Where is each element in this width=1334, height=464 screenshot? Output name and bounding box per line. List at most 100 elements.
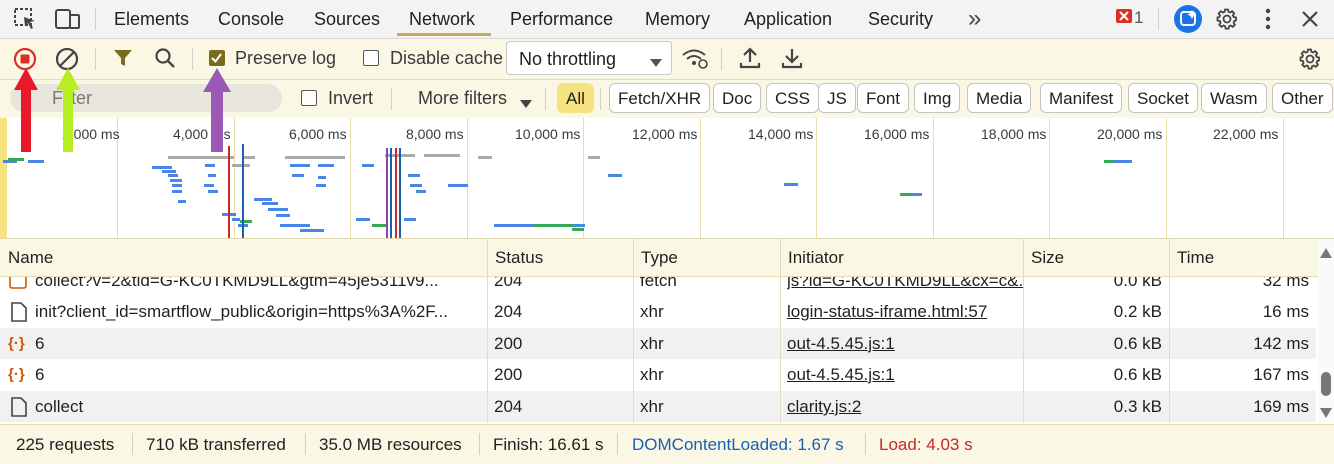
throttling-select[interactable]: No throttling [506, 41, 672, 75]
import-har-icon[interactable] [739, 46, 761, 75]
filter-funnel-icon[interactable] [113, 48, 133, 73]
json-icon: {·} [8, 335, 25, 352]
export-har-icon[interactable] [781, 46, 803, 75]
request-name: 6 [35, 365, 45, 384]
type-filter-media[interactable]: Media [967, 83, 1032, 113]
device-toolbar-icon[interactable] [55, 8, 81, 35]
separator [192, 48, 193, 70]
table-row[interactable]: collect 204 xhr clarity.js:2 0.3 kB 169 … [0, 391, 1316, 422]
column-header-time[interactable]: Time [1169, 239, 1318, 277]
separator [132, 433, 133, 455]
tab-memory[interactable]: Memory [645, 0, 710, 38]
column-divider[interactable] [633, 239, 634, 423]
table-row[interactable]: {·} 6 200 xhr out-4.5.45.js:1 0.6 kB 167… [0, 359, 1316, 390]
request-name: 6 [35, 334, 45, 353]
type-filter-socket[interactable]: Socket [1128, 83, 1198, 113]
column-header-name[interactable]: Name [0, 239, 487, 277]
request-status: 204 [494, 397, 523, 416]
column-header-status[interactable]: Status [487, 239, 633, 277]
tab-sources[interactable]: Sources [314, 0, 380, 38]
red-annotation-arrow-icon [14, 68, 38, 152]
separator [600, 88, 601, 110]
column-divider[interactable] [1023, 239, 1024, 423]
more-tabs-button[interactable]: » [968, 0, 981, 38]
request-time: 16 ms [1262, 302, 1309, 321]
table-scrollbar[interactable] [1318, 239, 1334, 423]
type-filter-img[interactable]: Img [914, 83, 961, 113]
error-count[interactable]: 1 [1134, 8, 1143, 28]
document-icon [10, 391, 28, 423]
request-size: 0.2 kB [1113, 302, 1162, 321]
request-status: 200 [494, 334, 523, 353]
column-header-size[interactable]: Size [1023, 239, 1169, 277]
tab-security[interactable]: Security [868, 0, 933, 38]
request-size: 0.3 kB [1113, 397, 1162, 416]
separator [391, 88, 392, 110]
type-filter-font[interactable]: Font [857, 83, 910, 113]
type-filter-manifest[interactable]: Manifest [1040, 83, 1123, 113]
column-divider[interactable] [780, 239, 781, 423]
request-initiator-link[interactable]: clarity.js:2 [787, 391, 1023, 422]
type-filter-all[interactable]: All [557, 83, 594, 113]
request-time: 142 ms [1253, 334, 1309, 353]
json-icon: {·} [8, 366, 25, 383]
close-devtools-icon[interactable] [1300, 9, 1320, 34]
domcontentloaded-time: DOMContentLoaded: 1.67 s [632, 435, 844, 454]
tab-elements[interactable]: Elements [114, 0, 189, 38]
more-filters-button[interactable]: More filters [418, 88, 507, 109]
tab-console[interactable]: Console [218, 0, 284, 38]
network-overview-timeline[interactable]: 2,000 ms 4,000 ms 6,000 ms 8,000 ms 10,0… [0, 118, 1334, 239]
request-type: xhr [640, 397, 664, 416]
separator [479, 433, 480, 455]
type-filter-other[interactable]: Other [1272, 83, 1333, 113]
request-size: 0.6 kB [1113, 365, 1162, 384]
invert-checkbox[interactable] [301, 90, 317, 106]
document-icon [10, 296, 28, 332]
search-icon[interactable] [154, 47, 176, 74]
filter-input[interactable]: Filter [10, 84, 282, 112]
column-header-initiator[interactable]: Initiator [780, 239, 1023, 277]
error-icon[interactable] [1116, 9, 1132, 30]
network-conditions-icon[interactable] [681, 47, 709, 76]
table-row[interactable]: init?client_id=smartflow_public&origin=h… [0, 296, 1316, 327]
type-filter-css[interactable]: CSS [766, 83, 819, 113]
type-filter-doc[interactable]: Doc [713, 83, 762, 113]
table-row[interactable]: {·} 6 200 xhr out-4.5.45.js:1 0.6 kB 142… [0, 328, 1316, 359]
more-options-kebab-icon[interactable] [1264, 8, 1272, 35]
request-initiator-link[interactable]: login-status-iframe.html:57 [787, 296, 1023, 327]
column-divider[interactable] [1169, 239, 1170, 423]
tab-application[interactable]: Application [744, 0, 832, 38]
separator [95, 48, 96, 70]
load-time: Load: 4.03 s [879, 435, 973, 454]
scroll-down-arrow-icon[interactable] [1320, 405, 1332, 423]
request-time: 169 ms [1253, 397, 1309, 416]
type-filter-fetch-xhr[interactable]: Fetch/XHR [609, 83, 711, 113]
inspect-element-icon[interactable] [14, 8, 38, 35]
type-filter-wasm[interactable]: Wasm [1201, 83, 1267, 113]
request-status: 204 [494, 302, 523, 321]
throttling-value: No throttling [519, 49, 617, 69]
separator [617, 433, 618, 455]
request-initiator-link[interactable]: out-4.5.45.js:1 [787, 359, 1023, 390]
scroll-up-arrow-icon[interactable] [1320, 245, 1332, 263]
preserve-log-checkbox[interactable] [209, 50, 225, 66]
tab-performance[interactable]: Performance [510, 0, 613, 38]
request-type: xhr [640, 334, 664, 353]
separator [95, 8, 96, 30]
ai-assistance-icon[interactable] [1173, 4, 1203, 39]
column-divider[interactable] [487, 239, 488, 423]
type-filter-js[interactable]: JS [818, 83, 856, 113]
disable-cache-checkbox[interactable] [363, 50, 379, 66]
disable-cache-label[interactable]: Disable cache [390, 48, 503, 69]
chevron-down-icon [650, 54, 662, 72]
network-settings-gear-icon[interactable] [1298, 47, 1322, 76]
column-header-type[interactable]: Type [633, 239, 780, 277]
request-name: init?client_id=smartflow_public&origin=h… [35, 302, 448, 321]
invert-label[interactable]: Invert [328, 88, 373, 109]
request-initiator-link[interactable]: out-4.5.45.js:1 [787, 328, 1023, 359]
settings-gear-icon[interactable] [1215, 7, 1239, 36]
preserve-log-label[interactable]: Preserve log [235, 48, 336, 69]
separator [1158, 8, 1159, 30]
green-annotation-arrow-icon [56, 68, 80, 152]
scrollbar-thumb[interactable] [1321, 372, 1331, 396]
